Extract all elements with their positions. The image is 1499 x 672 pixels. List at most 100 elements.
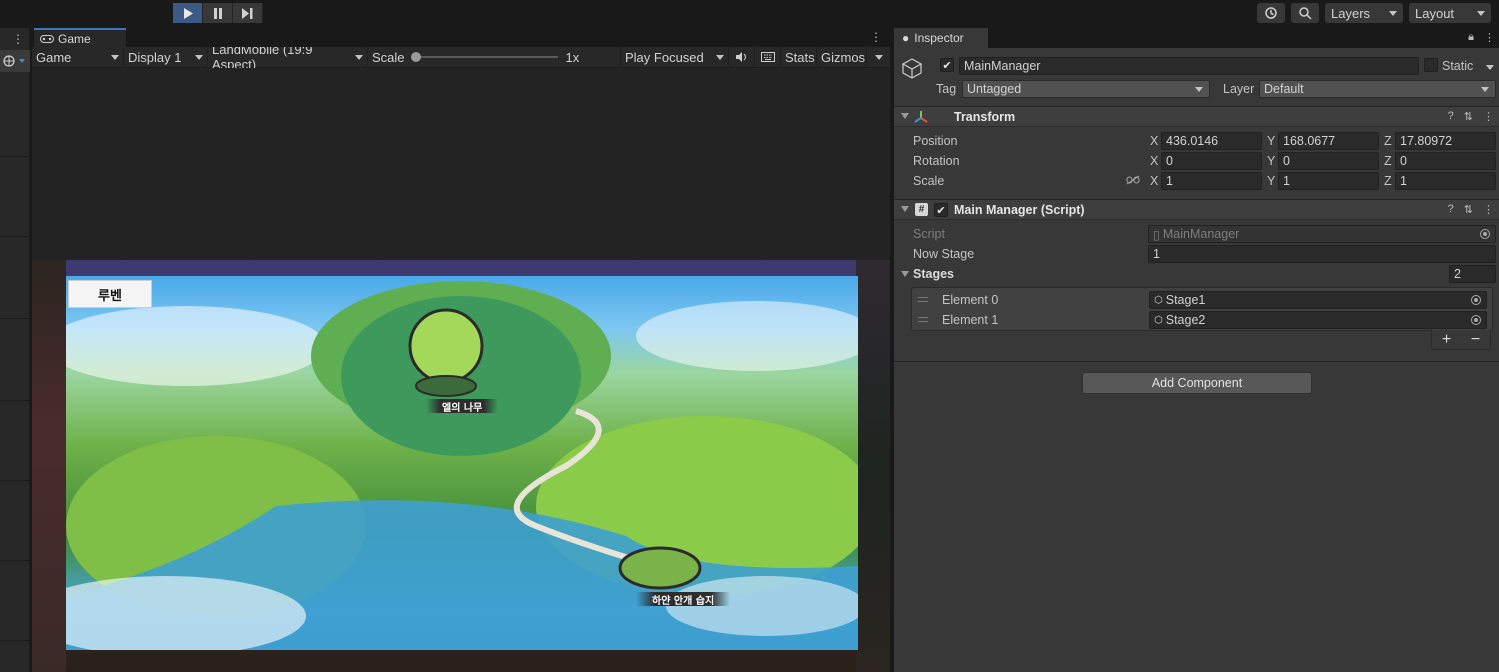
scale-y-field[interactable]: 1 <box>1278 172 1379 190</box>
presets-icon[interactable]: ⇅ <box>1464 110 1473 123</box>
layers-dropdown[interactable]: Layers <box>1325 3 1403 23</box>
now-stage-field[interactable]: 1 <box>1148 245 1496 263</box>
drag-handle-icon[interactable] <box>918 317 928 322</box>
speaker-icon <box>735 52 746 62</box>
scale-z-field[interactable]: 1 <box>1395 172 1496 190</box>
more-options-icon[interactable]: ⋮ <box>1483 203 1494 216</box>
object-picker-icon[interactable] <box>1471 295 1481 305</box>
position-z-field[interactable]: 17.80972 <box>1395 132 1496 150</box>
more-options-icon[interactable]: ⋮ <box>1483 110 1494 123</box>
chevron-down-icon <box>1481 87 1489 92</box>
stats-button[interactable]: Stats <box>781 46 817 68</box>
more-options-icon[interactable]: ⋮ <box>12 32 24 46</box>
static-checkbox[interactable] <box>1424 58 1438 72</box>
element-0-field[interactable]: ⬡ Stage1 <box>1149 291 1487 309</box>
gizmos-button[interactable]: Gizmos <box>817 46 867 68</box>
chevron-down-icon <box>355 54 363 60</box>
script-icon: # <box>915 203 928 216</box>
aspect-dropdown[interactable]: LandMobile (19:9 Aspect) <box>208 42 368 72</box>
transform-header[interactable]: Transform ? ⇅ ⋮ <box>894 106 1499 127</box>
scene-left-border <box>32 260 66 672</box>
tab-inspector-label: Inspector <box>914 31 964 45</box>
main-toolbar: Layers Layout <box>0 0 1499 28</box>
step-button[interactable] <box>233 3 263 23</box>
lock-icon[interactable]: 🔒︎ <box>1468 31 1474 44</box>
script-enabled-checkbox[interactable]: ✔ <box>934 203 948 217</box>
active-checkbox[interactable]: ✔ <box>940 58 954 72</box>
add-component-button[interactable]: Add Component <box>1082 372 1312 394</box>
layer-value: Default <box>1264 82 1304 96</box>
drag-handle-icon[interactable] <box>918 297 928 302</box>
tab-inspector[interactable]: ● Inspector <box>894 28 988 48</box>
undo-history-button[interactable] <box>1257 3 1285 23</box>
presets-icon[interactable]: ⇅ <box>1464 203 1473 216</box>
tag-value: Untagged <box>967 82 1022 96</box>
stages-count-field[interactable]: 2 <box>1449 265 1496 283</box>
scene-tool-dropdown[interactable] <box>0 50 30 72</box>
play-mode-dropdown[interactable]: Play Focused <box>621 46 729 68</box>
stages-foldout-icon[interactable] <box>901 271 909 277</box>
constrain-proportions-icon[interactable] <box>1126 175 1140 185</box>
pause-button[interactable] <box>203 3 233 23</box>
axis-x-label: X <box>1150 134 1159 148</box>
rotation-x-field[interactable]: 0 <box>1161 152 1262 170</box>
element-0-label: Element 0 <box>942 293 999 307</box>
element-1-field[interactable]: ⬡ Stage2 <box>1149 311 1487 329</box>
chevron-down-icon[interactable] <box>1486 65 1494 70</box>
transform-icon <box>914 111 928 123</box>
axis-x-label: X <box>1150 154 1159 168</box>
stage-node-2-label[interactable]: 하얀 안개 습지 <box>636 592 731 607</box>
layer-dropdown[interactable]: Default <box>1259 80 1496 98</box>
globe-icon <box>3 55 25 67</box>
scale-slider-thumb[interactable] <box>410 52 421 62</box>
chevron-down-icon <box>111 54 119 60</box>
position-x-field[interactable]: 436.0146 <box>1161 132 1262 150</box>
game-letterbox <box>32 68 890 260</box>
rotation-label: Rotation <box>913 154 960 168</box>
game-tabbar: Game ⋮ <box>32 28 890 47</box>
add-element-button[interactable]: + <box>1442 331 1451 349</box>
more-options-icon[interactable]: ⋮ <box>870 30 882 44</box>
display-dropdown[interactable]: Display 1 <box>124 46 208 68</box>
mute-audio-button[interactable] <box>729 46 755 68</box>
script-component-header[interactable]: # ✔ Main Manager (Script) ? ⇅ ⋮ <box>894 199 1499 220</box>
rotation-y-field[interactable]: 0 <box>1278 152 1379 170</box>
tag-label: Tag <box>936 82 957 96</box>
shortcuts-button[interactable] <box>755 46 781 68</box>
play-button[interactable] <box>173 3 203 23</box>
search-button[interactable] <box>1291 3 1319 23</box>
game-mode-label: Game <box>36 49 72 65</box>
prefab-icon: ⬡ <box>1154 294 1163 306</box>
remove-element-button[interactable]: − <box>1471 331 1480 349</box>
gameobject-icon <box>902 58 922 79</box>
chevron-down-icon <box>716 54 724 60</box>
object-picker-icon[interactable] <box>1471 315 1481 325</box>
chevron-down-icon <box>195 54 203 60</box>
game-mode-dropdown[interactable]: Game <box>32 46 124 68</box>
tag-dropdown[interactable]: Untagged <box>962 80 1210 98</box>
foldout-icon <box>901 206 909 212</box>
position-y-field[interactable]: 168.0677 <box>1278 132 1379 150</box>
display-label: Display 1 <box>128 49 182 65</box>
stage-node-1-label[interactable]: 엘의 나무 <box>426 399 499 414</box>
help-icon[interactable]: ? <box>1448 110 1454 123</box>
layout-dropdown[interactable]: Layout <box>1409 3 1491 23</box>
gizmos-dropdown[interactable] <box>867 47 885 68</box>
region-button[interactable]: 루벤 <box>68 280 152 308</box>
scale-slider[interactable] <box>410 52 558 62</box>
object-name-field[interactable]: MainManager <box>959 57 1419 75</box>
game-scene: 루벤 엘의 나무 하얀 안개 습지 <box>32 260 890 672</box>
gamepad-icon <box>40 34 54 43</box>
script-label: Script <box>913 227 945 241</box>
tab-game[interactable]: Game <box>34 28 126 47</box>
scale-x-field[interactable]: 1 <box>1161 172 1262 190</box>
search-icon <box>1299 7 1312 20</box>
keyboard-icon <box>760 52 775 62</box>
more-options-icon[interactable]: ⋮ <box>1484 31 1495 44</box>
inspector-tabbar: ● Inspector 🔒︎ ⋮ <box>894 28 1499 48</box>
divider <box>894 361 1499 362</box>
element-1-value: Stage2 <box>1165 313 1206 327</box>
script-file-icon: ▯ <box>1153 227 1160 242</box>
help-icon[interactable]: ? <box>1448 203 1454 216</box>
rotation-z-field[interactable]: 0 <box>1395 152 1496 170</box>
